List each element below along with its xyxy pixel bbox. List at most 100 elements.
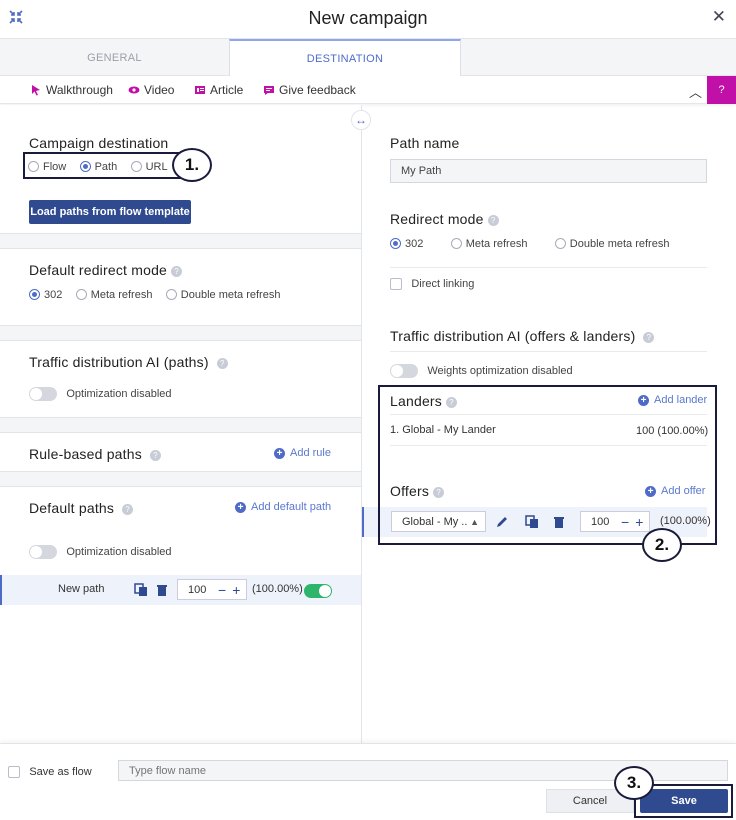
divider-line bbox=[390, 267, 707, 268]
path-name-title: Path name bbox=[390, 135, 460, 151]
right-redirect-radio-group: 302 Meta refresh Double meta refresh bbox=[390, 236, 679, 250]
article-label: Article bbox=[210, 83, 244, 97]
callout-3: 3. bbox=[614, 766, 654, 800]
radio-double-label: Double meta refresh bbox=[180, 288, 281, 301]
direct-linking-row: Direct linking bbox=[390, 276, 474, 290]
tab-general[interactable]: GENERAL bbox=[0, 39, 229, 76]
help-bar: Walkthrough Video Article Give feedback … bbox=[0, 76, 736, 104]
radio-meta-label: Meta refresh bbox=[465, 237, 528, 250]
tab-bar: GENERAL DESTINATION bbox=[0, 38, 736, 77]
direct-linking-label: Direct linking bbox=[411, 277, 475, 290]
weights-toggle-label: Weights optimization disabled bbox=[427, 364, 573, 377]
divider-line bbox=[390, 351, 707, 352]
path-weight-value: 100 bbox=[188, 583, 207, 596]
callout-2: 2. bbox=[642, 528, 682, 562]
path-active-toggle[interactable] bbox=[304, 583, 332, 598]
optimization-toggle[interactable] bbox=[29, 386, 57, 401]
traffic-ai-offers-label: Traffic distribution AI (offers & lander… bbox=[390, 328, 636, 344]
radio-302-label: 302 bbox=[405, 237, 424, 250]
help-icon[interactable]: ? bbox=[216, 357, 228, 369]
plus-icon[interactable]: + bbox=[232, 582, 240, 598]
section-gap bbox=[0, 417, 361, 433]
dialog-title: New campaign bbox=[308, 8, 428, 28]
callout-1: 1. bbox=[172, 148, 212, 182]
walkthrough-label: Walkthrough bbox=[46, 83, 113, 97]
redirect-mode-title: Redirect mode? bbox=[390, 211, 499, 227]
radio-double-meta[interactable] bbox=[554, 238, 566, 250]
radio-double-meta[interactable] bbox=[165, 289, 177, 301]
path-row[interactable]: New path 100 − + (100.00%) bbox=[0, 575, 361, 605]
optimization-toggle-label: Optimization disabled bbox=[66, 387, 172, 400]
optimization-toggle-row: Optimization disabled bbox=[29, 386, 172, 401]
walkthrough-link[interactable]: Walkthrough bbox=[30, 83, 113, 97]
traffic-ai-paths-title: Traffic distribution AI (paths)? bbox=[29, 354, 228, 370]
help-icon[interactable]: ? bbox=[171, 265, 183, 277]
traffic-ai-paths-label: Traffic distribution AI (paths) bbox=[29, 354, 209, 370]
help-icon[interactable]: ? bbox=[487, 214, 499, 226]
weights-toggle-row: Weights optimization disabled bbox=[390, 363, 573, 378]
annotation-box-2 bbox=[378, 385, 717, 545]
campaign-destination-title: Campaign destination bbox=[29, 135, 169, 151]
cursor-icon bbox=[32, 85, 40, 96]
add-rule-button[interactable]: + Add rule bbox=[274, 447, 331, 459]
save-as-flow-label: Save as flow bbox=[29, 765, 92, 778]
chevron-up-icon[interactable]: ︿ bbox=[689, 82, 702, 101]
resize-handle-icon[interactable]: ↔ bbox=[351, 110, 371, 130]
radio-double-label: Double meta refresh bbox=[569, 237, 670, 250]
trash-icon[interactable] bbox=[155, 583, 169, 597]
help-icon[interactable]: ? bbox=[149, 449, 161, 461]
duplicate-icon[interactable] bbox=[134, 583, 148, 597]
paths-optimization-label: Optimization disabled bbox=[66, 545, 172, 558]
chat-icon bbox=[264, 86, 274, 95]
radio-302[interactable] bbox=[29, 289, 40, 301]
feedback-link[interactable]: Give feedback bbox=[263, 83, 356, 97]
redirect-radio-group: 302 Meta refresh Double meta refresh bbox=[29, 287, 290, 301]
tab-destination[interactable]: DESTINATION bbox=[229, 39, 461, 77]
add-default-path-label: Add default path bbox=[251, 501, 332, 513]
path-name: New path bbox=[58, 583, 105, 595]
paths-optimization-row: Optimization disabled bbox=[29, 544, 172, 559]
weights-toggle[interactable] bbox=[390, 363, 418, 378]
radio-302-label: 302 bbox=[44, 288, 63, 301]
radio-302[interactable] bbox=[390, 238, 401, 250]
path-percent: (100.00%) bbox=[252, 583, 303, 595]
load-paths-button[interactable]: Load paths from flow template bbox=[29, 200, 191, 224]
add-default-path-button[interactable]: + Add default path bbox=[235, 501, 331, 513]
help-icon[interactable]: ? bbox=[122, 503, 134, 515]
path-name-input[interactable]: My Path bbox=[390, 159, 707, 183]
plus-icon: + bbox=[274, 447, 285, 459]
title-bar: New campaign ✕ bbox=[0, 0, 736, 38]
eye-icon bbox=[128, 86, 140, 94]
minus-icon[interactable]: − bbox=[218, 582, 226, 598]
add-rule-label: Add rule bbox=[290, 447, 331, 459]
save-as-flow-checkbox[interactable] bbox=[8, 765, 20, 778]
direct-linking-checkbox[interactable] bbox=[390, 277, 402, 290]
path-weight-stepper[interactable]: 100 − + bbox=[177, 579, 247, 600]
video-link[interactable]: Video bbox=[128, 83, 174, 97]
plus-icon: + bbox=[235, 501, 246, 513]
video-label: Video bbox=[144, 83, 175, 97]
default-paths-label: Default paths bbox=[29, 500, 115, 516]
traffic-ai-offers-title: Traffic distribution AI (offers & lander… bbox=[390, 328, 655, 344]
left-panel: Campaign destination Flow Path URL Load … bbox=[0, 105, 361, 743]
article-icon bbox=[195, 86, 205, 94]
section-gap bbox=[0, 471, 361, 487]
feedback-label: Give feedback bbox=[279, 83, 356, 97]
section-gap bbox=[0, 233, 361, 249]
help-icon[interactable]: ? bbox=[643, 331, 655, 343]
radio-meta-refresh[interactable] bbox=[75, 289, 87, 301]
save-as-flow-row: Save as flow bbox=[8, 764, 92, 778]
radio-meta-label: Meta refresh bbox=[90, 288, 153, 301]
redirect-mode-label: Redirect mode bbox=[390, 211, 484, 227]
rule-based-paths-title: Rule-based paths? bbox=[29, 446, 161, 462]
close-icon[interactable]: ✕ bbox=[712, 7, 726, 27]
section-gap bbox=[0, 325, 361, 341]
default-redirect-title: Default redirect mode? bbox=[29, 262, 183, 278]
article-link[interactable]: Article bbox=[194, 83, 243, 97]
annotation-box-1 bbox=[23, 152, 183, 179]
default-redirect-label: Default redirect mode bbox=[29, 262, 168, 278]
paths-optimization-toggle[interactable] bbox=[29, 544, 57, 559]
radio-meta-refresh[interactable] bbox=[450, 238, 462, 250]
help-question-icon[interactable]: ? bbox=[707, 76, 736, 104]
rule-based-label: Rule-based paths bbox=[29, 446, 142, 462]
